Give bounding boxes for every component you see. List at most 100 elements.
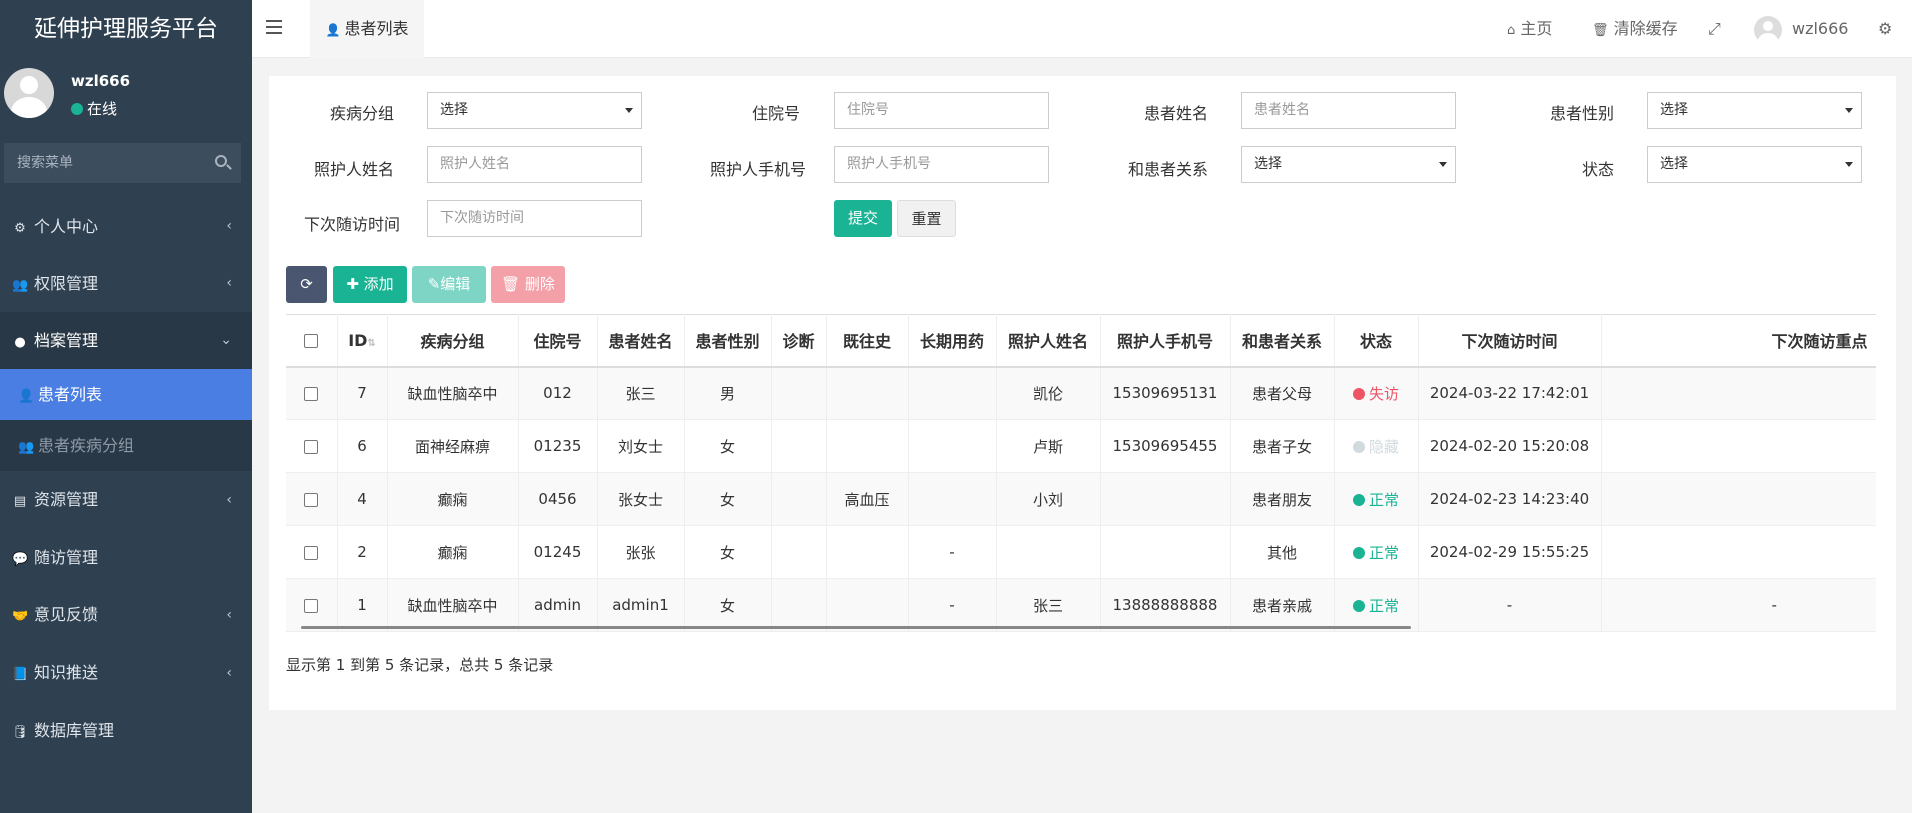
cell-visit-focus: 神志,情绪,排泄：小便,运动依从性,服药 xyxy=(1601,366,1876,420)
menu-search-input[interactable]: 搜索菜单 xyxy=(4,143,241,183)
patient-table-container: ID⇅ 疾病分组 住院号 患者姓名 患者性别 诊断 既往史 长期用药 照护人姓名… xyxy=(286,314,1876,632)
sidebar-item-knowledge[interactable]: 📘 知识推送 ‹ xyxy=(0,644,252,702)
cell-caregiver-phone: 13888888888 xyxy=(1100,578,1231,632)
sidebar-item-feedback[interactable]: 🤝 意见反馈 ‹ xyxy=(0,586,252,644)
submit-button[interactable]: 提交 xyxy=(834,200,892,237)
cell-status: 隐藏 xyxy=(1334,419,1419,473)
sidebar-item-personal-center[interactable]: ⚙ 个人中心 ‹ xyxy=(0,198,252,255)
user-menu[interactable]: wzl666 xyxy=(1754,0,1848,58)
patient-table: ID⇅ 疾病分组 住院号 患者姓名 患者性别 诊断 既往史 长期用药 照护人姓名… xyxy=(286,314,1876,632)
user-icon: 👤 xyxy=(325,23,341,37)
cell-gender: 女 xyxy=(684,525,772,579)
patient-name-label: 患者姓名 xyxy=(1143,104,1208,123)
cell-disease-group: 面神经麻痹 xyxy=(387,419,519,473)
row-checkbox[interactable] xyxy=(286,578,338,632)
caregiver-phone-input[interactable]: 照护人手机号 xyxy=(834,146,1049,183)
cell-next-visit: 2024-02-29 15:55:25 xyxy=(1418,525,1602,579)
user-circle-icon: ● xyxy=(14,335,26,350)
row-checkbox[interactable] xyxy=(286,525,338,579)
hospital-no-input[interactable]: 住院号 xyxy=(834,92,1049,129)
cell-caregiver-name: 卢斯 xyxy=(996,419,1101,473)
cell-meds: - xyxy=(908,578,997,632)
relation-select[interactable]: 选择 xyxy=(1241,146,1456,183)
sidebar-item-resources[interactable]: ▤ 资源管理 ‹ xyxy=(0,471,252,529)
chevron-left-icon: ‹ xyxy=(226,218,232,234)
col-id[interactable]: ID⇅ xyxy=(337,314,388,368)
disease-group-select[interactable]: 选择 xyxy=(427,92,642,129)
cell-caregiver-name: 张三 xyxy=(996,578,1101,632)
row-checkbox[interactable] xyxy=(286,366,338,420)
brand-title: 延伸护理服务平台 xyxy=(0,0,252,58)
cell-visit-focus: 神志,情绪,排泄：小 xyxy=(1601,525,1876,579)
delete-button[interactable]: 🗑 删除 xyxy=(491,266,565,303)
table-row[interactable]: 7 缺血性脑卒中 012 张三男 凯伦 15309695131 患者父母 失访 2024-03-… xyxy=(286,366,1876,420)
cell-caregiver-name: 小刘 xyxy=(996,472,1101,526)
cell-history xyxy=(826,366,909,420)
top-navbar: 👤 患者列表 ⌂ 主页 🗑 清除缓存 ⤢ wzl666 ⚙ xyxy=(252,0,1912,58)
patient-name-input[interactable]: 患者姓名 xyxy=(1241,92,1456,129)
col-caregiver-phone: 照护人手机号 xyxy=(1100,314,1231,368)
sidebar-item-patient-list[interactable]: 👤 患者列表 xyxy=(0,369,252,420)
file-icon: ▤ xyxy=(13,494,27,509)
caregiver-name-input[interactable]: 照护人姓名 xyxy=(427,146,642,183)
fullscreen-icon[interactable]: ⤢ xyxy=(1708,0,1721,58)
status-dot-icon xyxy=(1352,493,1365,506)
row-checkbox[interactable] xyxy=(286,472,338,526)
patient-gender-select[interactable]: 选择 xyxy=(1647,92,1862,129)
sidebar-item-database[interactable]: 🛢 数据库管理 xyxy=(0,702,252,760)
reset-button[interactable]: 重置 xyxy=(897,200,956,237)
users-icon: 👥 xyxy=(12,278,29,293)
cell-caregiver-phone: 15309695131 xyxy=(1100,366,1231,420)
cell-status: 失访 xyxy=(1334,366,1419,420)
next-visit-input[interactable]: 下次随访时间 xyxy=(427,200,642,237)
refresh-icon: ⟳ xyxy=(300,275,313,293)
user-name: wzl666 xyxy=(71,72,131,90)
sidebar: 延伸护理服务平台 wzl666 在线 搜索菜单 ⚙ 个人中心 ‹ 👥 权限管理 ‹ ● 档… xyxy=(0,0,252,813)
select-all-checkbox[interactable] xyxy=(286,314,338,368)
sidebar-item-archives[interactable]: ● 档案管理 ⌄ xyxy=(0,312,252,369)
user-panel: wzl666 在线 xyxy=(0,58,252,132)
cell-id: 4 xyxy=(337,472,388,526)
cell-history xyxy=(826,578,909,632)
cell-meds xyxy=(908,419,997,473)
cell-meds xyxy=(908,366,997,420)
cell-next-visit: 2024-02-20 15:20:08 xyxy=(1418,419,1602,473)
cell-gender: 女 xyxy=(684,472,772,526)
trash-icon: 🗑 xyxy=(501,275,521,293)
cell-patient-name: 张女士 xyxy=(597,472,685,526)
cell-disease-group: 缺血性脑卒中 xyxy=(387,578,519,632)
table-row[interactable]: 6 面神经麻痹 01235 刘女士女 卢斯 15309695455 患者子女 隐藏 2024-0… xyxy=(286,419,1876,473)
edit-button[interactable]: ✎编辑 xyxy=(412,266,486,303)
clear-cache-link[interactable]: 🗑 清除缓存 xyxy=(1592,0,1678,58)
users-icon: 👥 xyxy=(18,440,35,455)
cell-history xyxy=(826,419,909,473)
cell-caregiver-phone xyxy=(1100,472,1231,526)
cell-id: 2 xyxy=(337,525,388,579)
table-row[interactable]: 4 癫痫 0456 张女士女高血压 小刘 患者朋友 正常 2024-02-23 14:23:4… xyxy=(286,472,1876,526)
search-icon[interactable] xyxy=(215,155,227,167)
sidebar-item-permissions[interactable]: 👥 权限管理 ‹ xyxy=(0,255,252,312)
col-patient-gender: 患者性别 xyxy=(684,314,772,368)
refresh-button[interactable]: ⟳ xyxy=(286,266,327,303)
tab-patient-list[interactable]: 👤 患者列表 xyxy=(310,0,424,58)
status-select[interactable]: 选择 xyxy=(1647,146,1862,183)
cell-patient-name: 刘女士 xyxy=(597,419,685,473)
table-horizontal-scrollbar[interactable] xyxy=(301,626,1411,629)
cell-relation: 其他 xyxy=(1230,525,1335,579)
status-dot-icon xyxy=(1352,599,1365,612)
avatar xyxy=(1754,15,1782,44)
home-link[interactable]: ⌂ 主页 xyxy=(1507,0,1552,58)
cell-caregiver-name xyxy=(996,525,1101,579)
table-row[interactable]: 1 缺血性脑卒中 admin admin1 女 - 张三 13888888888 患者亲戚 正常 -… xyxy=(286,578,1876,632)
row-checkbox[interactable] xyxy=(286,419,338,473)
add-button[interactable]: ✚ 添加 xyxy=(333,266,407,303)
table-row[interactable]: 2癫痫01245张张女 - 其他正常2024-02-29 15:55:25神志,情绪… xyxy=(286,525,1876,579)
col-history: 既往史 xyxy=(826,314,909,368)
caregiver-phone-label: 照护人手机号 xyxy=(709,160,806,179)
menu-toggle-icon[interactable] xyxy=(266,20,282,34)
sidebar-item-follow-up[interactable]: 💬 随访管理 xyxy=(0,529,252,586)
cell-diagnosis xyxy=(771,525,827,579)
settings-icon[interactable]: ⚙ xyxy=(1878,0,1892,58)
sidebar-item-disease-group[interactable]: 👥 患者疾病分组 xyxy=(0,420,252,471)
cell-hospital-no: admin xyxy=(518,578,598,632)
